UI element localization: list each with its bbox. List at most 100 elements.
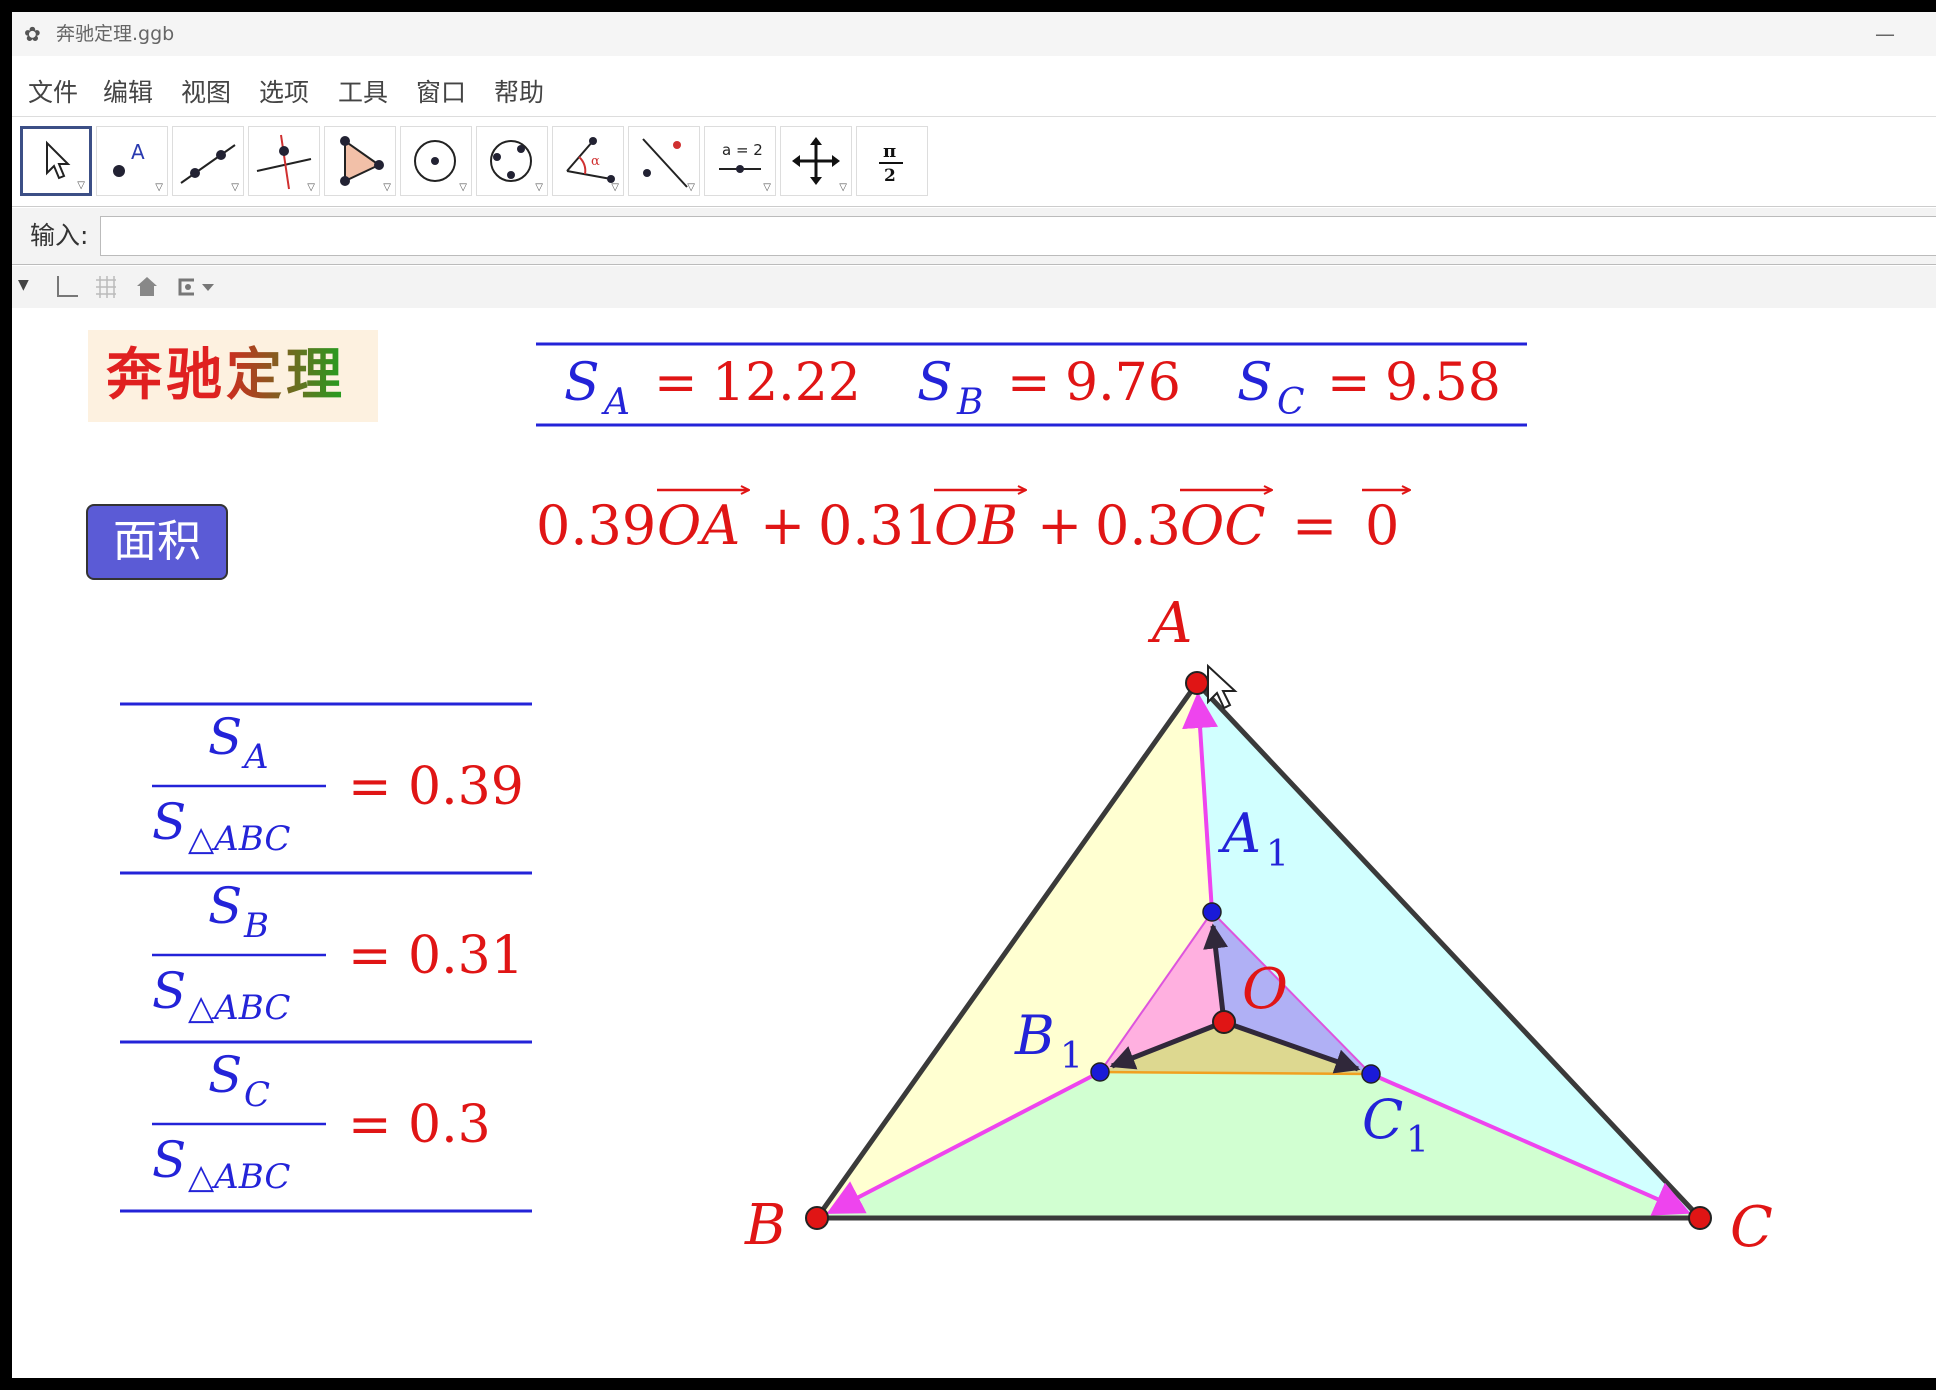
- menu-file[interactable]: 文件: [28, 78, 78, 108]
- mouse-cursor-icon: [1207, 663, 1238, 710]
- polygon-tool-button[interactable]: ▽: [324, 126, 396, 196]
- label-c1: C: [1362, 1088, 1403, 1151]
- point-a1[interactable]: [1202, 902, 1222, 922]
- inner-region-a1b1: [1100, 912, 1224, 1072]
- circle-tool-button[interactable]: ▽: [400, 126, 472, 196]
- pi-over-2-tool-button[interactable]: π2: [856, 126, 928, 196]
- sa-subscript: A: [601, 382, 630, 423]
- coef-oc: 0.3: [1095, 494, 1181, 557]
- style-bar-toggle-icon[interactable]: ▼: [18, 272, 29, 298]
- ratio-c-den: S: [152, 1131, 186, 1189]
- region-obc: [817, 1072, 1700, 1218]
- point-o[interactable]: [1212, 1010, 1236, 1034]
- vector-c1-to-c: [1370, 1072, 1691, 1216]
- vector-b1-to-b: [826, 1070, 1101, 1214]
- menu-options[interactable]: 选项: [259, 78, 309, 108]
- theorem-title: 奔驰定理: [106, 342, 346, 408]
- menu-tools[interactable]: 工具: [338, 78, 388, 108]
- label-b: B: [744, 1193, 786, 1258]
- coef-oa: 0.39: [536, 494, 656, 557]
- ratio-c-num: S: [208, 1046, 242, 1104]
- svg-text:π: π: [883, 141, 896, 162]
- ratio-a-den: S: [152, 793, 186, 851]
- edge-a1b1: [1099, 911, 1213, 1073]
- sb-equals: =: [1007, 353, 1051, 413]
- graphics-view[interactable]: 奔驰定理 面积 S A = 12.22 S B = 9.76 S C = 9.5…: [12, 308, 1936, 1378]
- triangle-abc: [814, 680, 1703, 1221]
- label-a: A: [1147, 591, 1192, 656]
- ratio-b-num-sub: B: [243, 906, 269, 946]
- sc-equals: =: [1327, 353, 1371, 413]
- sc-symbol: S: [1237, 353, 1273, 413]
- sb-value: 9.76: [1065, 353, 1181, 413]
- equals-zero-sign: =: [1292, 494, 1337, 557]
- sa-equals: =: [654, 353, 698, 413]
- coef-ob: 0.31: [818, 494, 938, 557]
- perpendicular-tool-button[interactable]: ▽: [248, 126, 320, 196]
- pi-over-2-tool-icon: π2: [879, 141, 903, 186]
- inner-region-a1c1: [1212, 912, 1371, 1074]
- ratio-a-num-sub: A: [241, 737, 269, 777]
- ratio-b-value: 0.31: [408, 926, 524, 986]
- label-o: O: [1242, 957, 1288, 1022]
- point-b1[interactable]: [1090, 1062, 1110, 1082]
- move-tool-button[interactable]: ▽: [20, 126, 92, 196]
- point-tool-button[interactable]: A ▽: [96, 126, 168, 196]
- label-a1-subscript: 1: [1266, 834, 1289, 875]
- point-c[interactable]: [1688, 1206, 1712, 1230]
- sc-subscript: C: [1277, 382, 1305, 423]
- ratio-a-value: 0.39: [408, 757, 524, 817]
- angle-tool-button[interactable]: α ▽: [552, 126, 624, 196]
- sb-symbol: S: [917, 353, 953, 413]
- conic-tool-button[interactable]: ▽: [476, 126, 548, 196]
- reflect-tool-button[interactable]: ▽: [628, 126, 700, 196]
- menu-help[interactable]: 帮助: [494, 78, 544, 108]
- point-c1[interactable]: [1361, 1064, 1381, 1084]
- graphics-style-bar: ▼: [12, 266, 1936, 309]
- menu-view[interactable]: 视图: [181, 78, 231, 108]
- menu-edit[interactable]: 编辑: [103, 78, 153, 108]
- toolbar: ▽ A ▽ ▽ ▽ ▽ ▽ ▽ α ▽ ▽ a = 2 ▽ ▽ π 2: [12, 118, 1936, 207]
- vector-ob: OB: [934, 494, 1018, 557]
- vector-o-to-a1: [1203, 923, 1228, 1023]
- area-button[interactable]: 面积: [86, 504, 228, 580]
- ratio-a-num: S: [208, 708, 242, 766]
- label-b1: B: [1014, 1004, 1055, 1067]
- home-view-icon[interactable]: [134, 274, 160, 300]
- plus-2: +: [1037, 494, 1082, 557]
- svg-text:2: 2: [884, 166, 896, 186]
- plus-1: +: [760, 494, 805, 557]
- ratio-b-equals: =: [348, 926, 392, 986]
- vector-a1-to-a: [1182, 692, 1219, 913]
- zero-vector: 0: [1365, 494, 1399, 557]
- label-b1-subscript: 1: [1060, 1036, 1083, 1077]
- slider-tool-button[interactable]: a = 2 ▽: [704, 126, 776, 196]
- sa-symbol: S: [564, 353, 600, 413]
- point-a[interactable]: [1185, 671, 1209, 695]
- grid-toggle-icon[interactable]: [92, 274, 120, 300]
- ratio-b-den: S: [152, 962, 186, 1020]
- svg-text:a = 2: a = 2: [722, 141, 763, 159]
- move-view-tool-button[interactable]: ▽: [780, 126, 852, 196]
- label-c1-subscript: 1: [1406, 1120, 1429, 1161]
- sc-value: 9.58: [1385, 353, 1501, 413]
- vector-oa: OA: [657, 494, 740, 557]
- vector-oc: OC: [1180, 494, 1266, 557]
- minimize-button[interactable]: —: [1862, 16, 1908, 52]
- sb-subscript: B: [956, 382, 983, 423]
- construction-svg: S A = 12.22 S B = 9.76 S C = 9.58 0.39 O…: [120, 342, 1773, 1260]
- point-b[interactable]: [805, 1206, 829, 1230]
- region-oab: [817, 683, 1212, 1218]
- input-bar: 输入:: [12, 208, 1936, 265]
- edge-b1c1: [1099, 1070, 1372, 1076]
- line-tool-button[interactable]: ▽: [172, 126, 244, 196]
- algebra-input-field[interactable]: [100, 216, 1936, 256]
- point-capture-icon[interactable]: [172, 274, 222, 300]
- ratio-b-num: S: [208, 877, 242, 935]
- axes-toggle-icon[interactable]: [52, 274, 80, 300]
- label-a1: A: [1217, 802, 1261, 865]
- theorem-title-box: 奔驰定理: [88, 330, 378, 422]
- menu-window[interactable]: 窗口: [416, 78, 466, 108]
- triangle-construction: [805, 671, 1712, 1230]
- ratio-table: S A S △ABC = 0.39 S B S △ABC = 0.31 S C …: [120, 702, 532, 1213]
